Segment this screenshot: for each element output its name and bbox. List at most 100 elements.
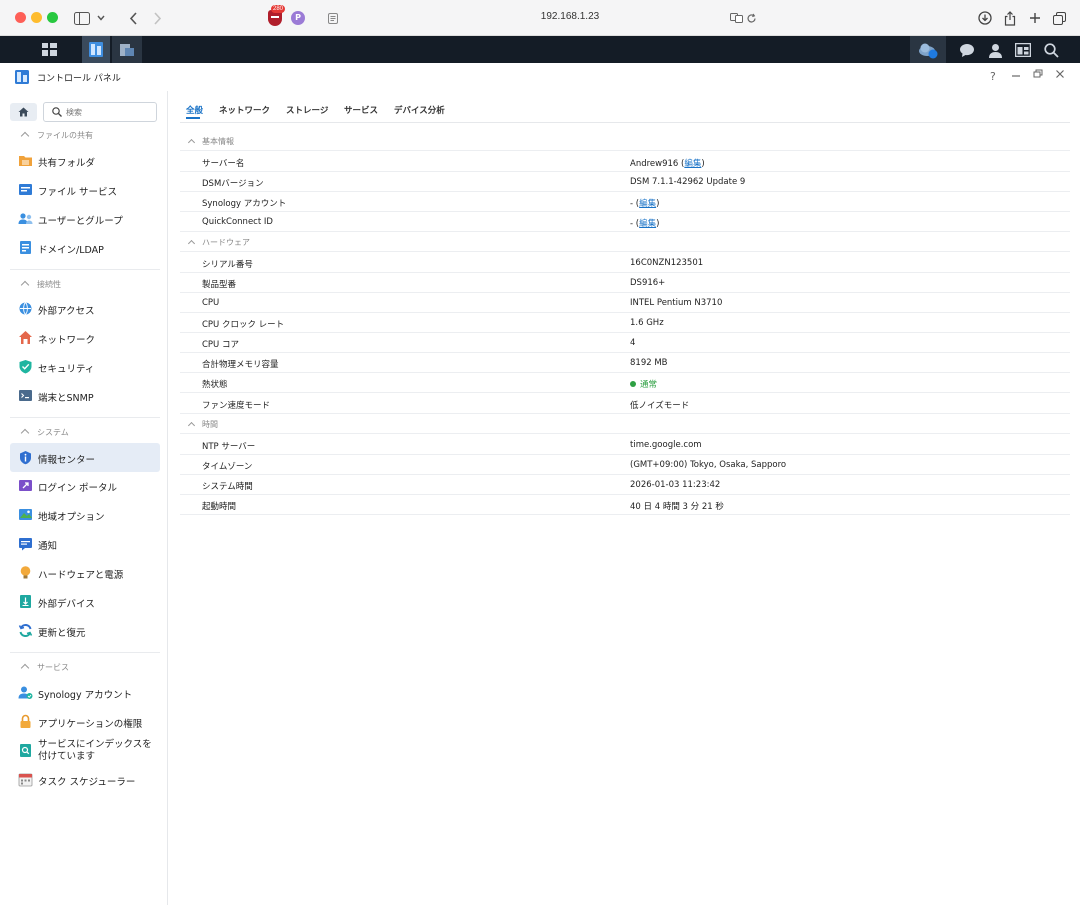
shield-icon [19, 360, 32, 374]
sidebar-toggle-icon[interactable] [73, 9, 91, 27]
sidebar-item-domain-ldap[interactable]: ドメイン/LDAP [10, 234, 160, 261]
sidebar-item-hardware-power[interactable]: ハードウェアと電源 [10, 559, 160, 586]
tab-services[interactable]: サービス [344, 104, 378, 116]
home-button[interactable] [10, 103, 37, 121]
group-basic-info[interactable]: 基本情報 [180, 132, 1070, 151]
translate-icon[interactable] [729, 9, 743, 27]
close-window-button[interactable] [15, 12, 26, 23]
edit-synology-account-link[interactable]: 編集 [639, 199, 656, 209]
sidebar-item-label: ハードウェアと電源 [38, 570, 124, 581]
sidebar-item-file-services[interactable]: ファイル サービス [10, 176, 160, 203]
notification-icon [19, 538, 32, 551]
sidebar-item-security[interactable]: セキュリティ [10, 353, 160, 380]
sidebar-item-regional-options[interactable]: 地域オプション [10, 501, 160, 528]
sidebar-item-label: タスク スケジューラー [38, 777, 136, 788]
sidebar-item-notification[interactable]: 通知 [10, 530, 160, 557]
home-icon [18, 107, 29, 117]
sidebar-item-label: 更新と復元 [38, 628, 86, 639]
row-label: 合計物理メモリ容量 [202, 360, 279, 370]
close-button[interactable] [1055, 69, 1065, 82]
extension-p-icon[interactable]: P [291, 11, 305, 25]
edit-server-name-link[interactable]: 編集 [684, 159, 701, 169]
table-row: Synology アカウント - (編集) [180, 192, 1070, 212]
indexing-icon [20, 744, 31, 757]
row-value: INTEL Pentium N3710 [630, 298, 723, 308]
active-tab-indicator [186, 117, 200, 119]
row-value: 4 [630, 338, 636, 348]
section-system[interactable]: システム [20, 427, 69, 438]
section-file-sharing[interactable]: ファイルの共有 [20, 130, 93, 141]
group-time[interactable]: 時間 [180, 415, 1070, 434]
address-bar[interactable]: 192.168.1.23 [480, 11, 660, 22]
restore-button[interactable] [1033, 69, 1043, 82]
reader-icon[interactable] [326, 9, 340, 27]
row-value: 1.6 GHz [630, 318, 664, 328]
sidebar-item-synology-account[interactable]: Synology アカウント [10, 679, 160, 706]
taskbar-control-panel[interactable] [82, 36, 110, 63]
tab-network[interactable]: ネットワーク [219, 104, 270, 116]
group-hardware[interactable]: ハードウェア [180, 233, 1070, 252]
sidebar-item-terminal-snmp[interactable]: 端末とSNMP [10, 382, 160, 409]
minimize-button[interactable] [1011, 67, 1021, 84]
widgets-icon[interactable] [1012, 39, 1034, 61]
forward-button[interactable] [148, 9, 166, 27]
taskbar-file-station[interactable] [112, 36, 142, 63]
tab-overview-icon[interactable] [1050, 9, 1068, 27]
section-connectivity[interactable]: 接続性 [20, 279, 61, 290]
main-menu-button[interactable] [34, 36, 64, 63]
row-value: 16C0NZN123501 [630, 258, 704, 268]
table-row: CPU コア 4 [180, 333, 1070, 353]
tab-device-analytics[interactable]: デバイス分析 [394, 104, 445, 116]
row-value: 40 日 4 時間 3 分 21 秒 [630, 502, 724, 512]
sidebar-search[interactable] [43, 102, 157, 122]
file-station-icon [120, 43, 134, 56]
sidebar-item-login-portal[interactable]: ログイン ポータル [10, 472, 160, 499]
section-services[interactable]: サービス [20, 662, 69, 673]
sidebar-item-info-center[interactable]: 情報センター [10, 443, 160, 472]
cloud-sync-icon [919, 43, 938, 58]
table-row: タイムゾーン (GMT+09:00) Tokyo, Osaka, Sapporo [180, 455, 1070, 475]
row-label: CPU コア [202, 340, 239, 350]
status-dot-icon [630, 381, 636, 387]
sidebar-item-external-access[interactable]: 外部アクセス [10, 295, 160, 322]
row-label: QuickConnect ID [202, 217, 273, 227]
divider [10, 269, 160, 270]
sidebar-item-update-restore[interactable]: 更新と復元 [10, 617, 160, 644]
downloads-icon[interactable] [976, 9, 994, 27]
sidebar-item-indexing-service[interactable]: サービスにインデックスを付けています [10, 737, 160, 765]
new-tab-icon[interactable] [1026, 9, 1044, 27]
chat-icon[interactable] [956, 39, 978, 61]
search-input[interactable] [66, 106, 152, 118]
taskbar-cloud-app[interactable] [910, 36, 946, 63]
chevron-down-icon[interactable] [95, 9, 107, 27]
row-label: NTP サーバー [202, 442, 256, 452]
row-label: タイムゾーン [202, 462, 253, 472]
search-icon[interactable] [1040, 39, 1062, 61]
sidebar-item-task-scheduler[interactable]: タスク スケジューラー [10, 766, 160, 793]
minimize-window-button[interactable] [31, 12, 42, 23]
control-panel-icon [89, 42, 103, 57]
sidebar-item-users-groups[interactable]: ユーザーとグループ [10, 205, 160, 232]
table-row: サーバー名 Andrew916 (編集) [180, 152, 1070, 172]
edit-quickconnect-link[interactable]: 編集 [639, 219, 656, 229]
tab-general[interactable]: 全般 [186, 104, 203, 116]
sidebar-item-network[interactable]: ネットワーク [10, 324, 160, 351]
zoom-window-button[interactable] [47, 12, 58, 23]
sidebar-item-label: Synology アカウント [38, 690, 133, 701]
sidebar-item-app-privileges[interactable]: アプリケーションの権限 [10, 708, 160, 735]
share-icon[interactable] [1001, 9, 1019, 27]
sidebar-item-label: 共有フォルダ [38, 158, 96, 169]
help-button[interactable]: ? [990, 70, 996, 83]
tab-storage[interactable]: ストレージ [286, 104, 328, 116]
sidebar-item-shared-folder[interactable]: 共有フォルダ [10, 147, 160, 174]
sidebar-item-label: ドメイン/LDAP [38, 245, 104, 256]
calendar-icon [18, 773, 33, 787]
user-icon[interactable] [984, 39, 1006, 61]
back-button[interactable] [124, 9, 142, 27]
reload-icon[interactable] [744, 9, 758, 27]
sidebar-item-external-devices[interactable]: 外部デバイス [10, 588, 160, 615]
dsm-taskbar [0, 36, 1080, 63]
sidebar-item-label: 情報センター [38, 455, 96, 466]
external-access-icon [19, 302, 32, 315]
info-center-icon [20, 451, 31, 465]
